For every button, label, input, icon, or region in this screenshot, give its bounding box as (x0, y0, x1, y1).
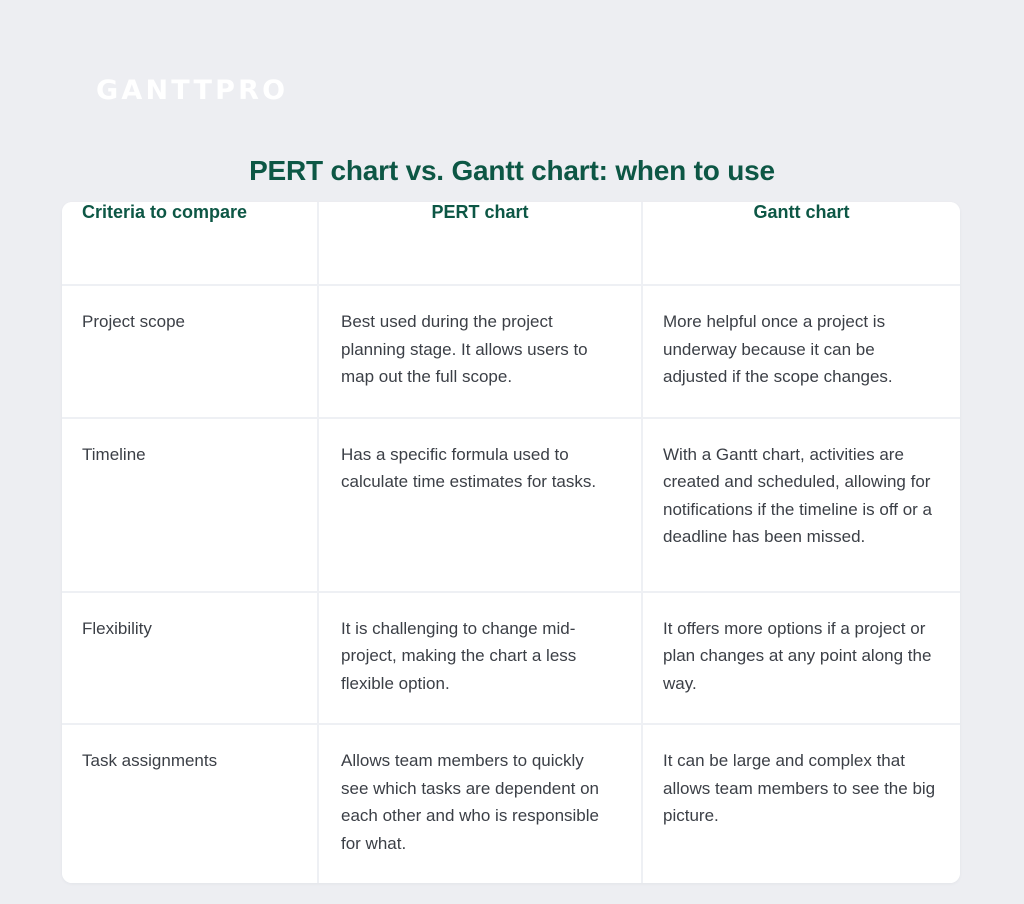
column-header-pert-chart-label: PERT chart (431, 202, 529, 222)
cell-pert: It is challenging to change mid-project,… (318, 591, 643, 726)
cell-criteria: Task assignments (62, 724, 319, 884)
cell-gantt: With a Gantt chart, activities are creat… (642, 417, 960, 593)
cell-gantt: It offers more options if a project or p… (642, 591, 960, 726)
table-row: Project scope Best used during the proje… (62, 285, 960, 419)
cell-pert: Allows team members to quickly see which… (318, 724, 643, 884)
cell-pert: Has a specific formula used to calculate… (318, 417, 643, 593)
cell-gantt-text: It offers more options if a project or p… (663, 618, 932, 693)
column-header-criteria: Criteria to compare (62, 202, 319, 286)
table-body: Project scope Best used during the proje… (62, 285, 960, 884)
table-header-row: Criteria to compare PERT chart Gantt cha… (62, 202, 960, 286)
column-header-gantt-chart: Gantt chart (642, 202, 960, 286)
cell-gantt: More helpful once a project is underway … (642, 285, 960, 419)
brand-logo-text: GANTTPRO (96, 74, 289, 106)
cell-criteria-text: Timeline (82, 444, 146, 464)
brand-logo: GANTTPRO (96, 70, 288, 110)
cell-criteria: Timeline (62, 417, 319, 593)
cell-pert: Best used during the project planning st… (318, 285, 643, 419)
cell-gantt-text: More helpful once a project is underway … (663, 312, 893, 387)
cell-pert-text: Best used during the project planning st… (341, 312, 588, 387)
table-row: Task assignments Allows team members to … (62, 724, 960, 884)
comparison-table-card: Criteria to compare PERT chart Gantt cha… (62, 202, 960, 884)
table-row: Flexibility It is challenging to change … (62, 591, 960, 726)
cell-criteria-text: Flexibility (82, 618, 152, 638)
column-header-criteria-label: Criteria to compare (82, 202, 248, 222)
page-title: PERT chart vs. Gantt chart: when to use (249, 154, 775, 186)
cell-gantt-text: With a Gantt chart, activities are creat… (663, 444, 932, 547)
table-header: Criteria to compare PERT chart Gantt cha… (62, 202, 960, 286)
cell-criteria: Flexibility (62, 591, 319, 726)
cell-gantt: It can be large and complex that allows … (642, 724, 960, 884)
cell-criteria-text: Project scope (82, 312, 185, 331)
column-header-pert-chart: PERT chart (318, 202, 643, 286)
cell-criteria: Project scope (62, 285, 319, 419)
cell-pert-text: Allows team members to quickly see which… (341, 751, 600, 853)
cell-pert-text: Has a specific formula used to calculate… (341, 444, 597, 492)
comparison-table: Criteria to compare PERT chart Gantt cha… (62, 202, 960, 884)
cell-gantt-text: It can be large and complex that allows … (663, 751, 936, 826)
table-row: Timeline Has a specific formula used to … (62, 417, 960, 593)
cell-pert-text: It is challenging to change mid-project,… (341, 618, 577, 693)
cell-criteria-text: Task assignments (82, 751, 218, 771)
column-header-gantt-chart-label: Gantt chart (753, 202, 850, 222)
